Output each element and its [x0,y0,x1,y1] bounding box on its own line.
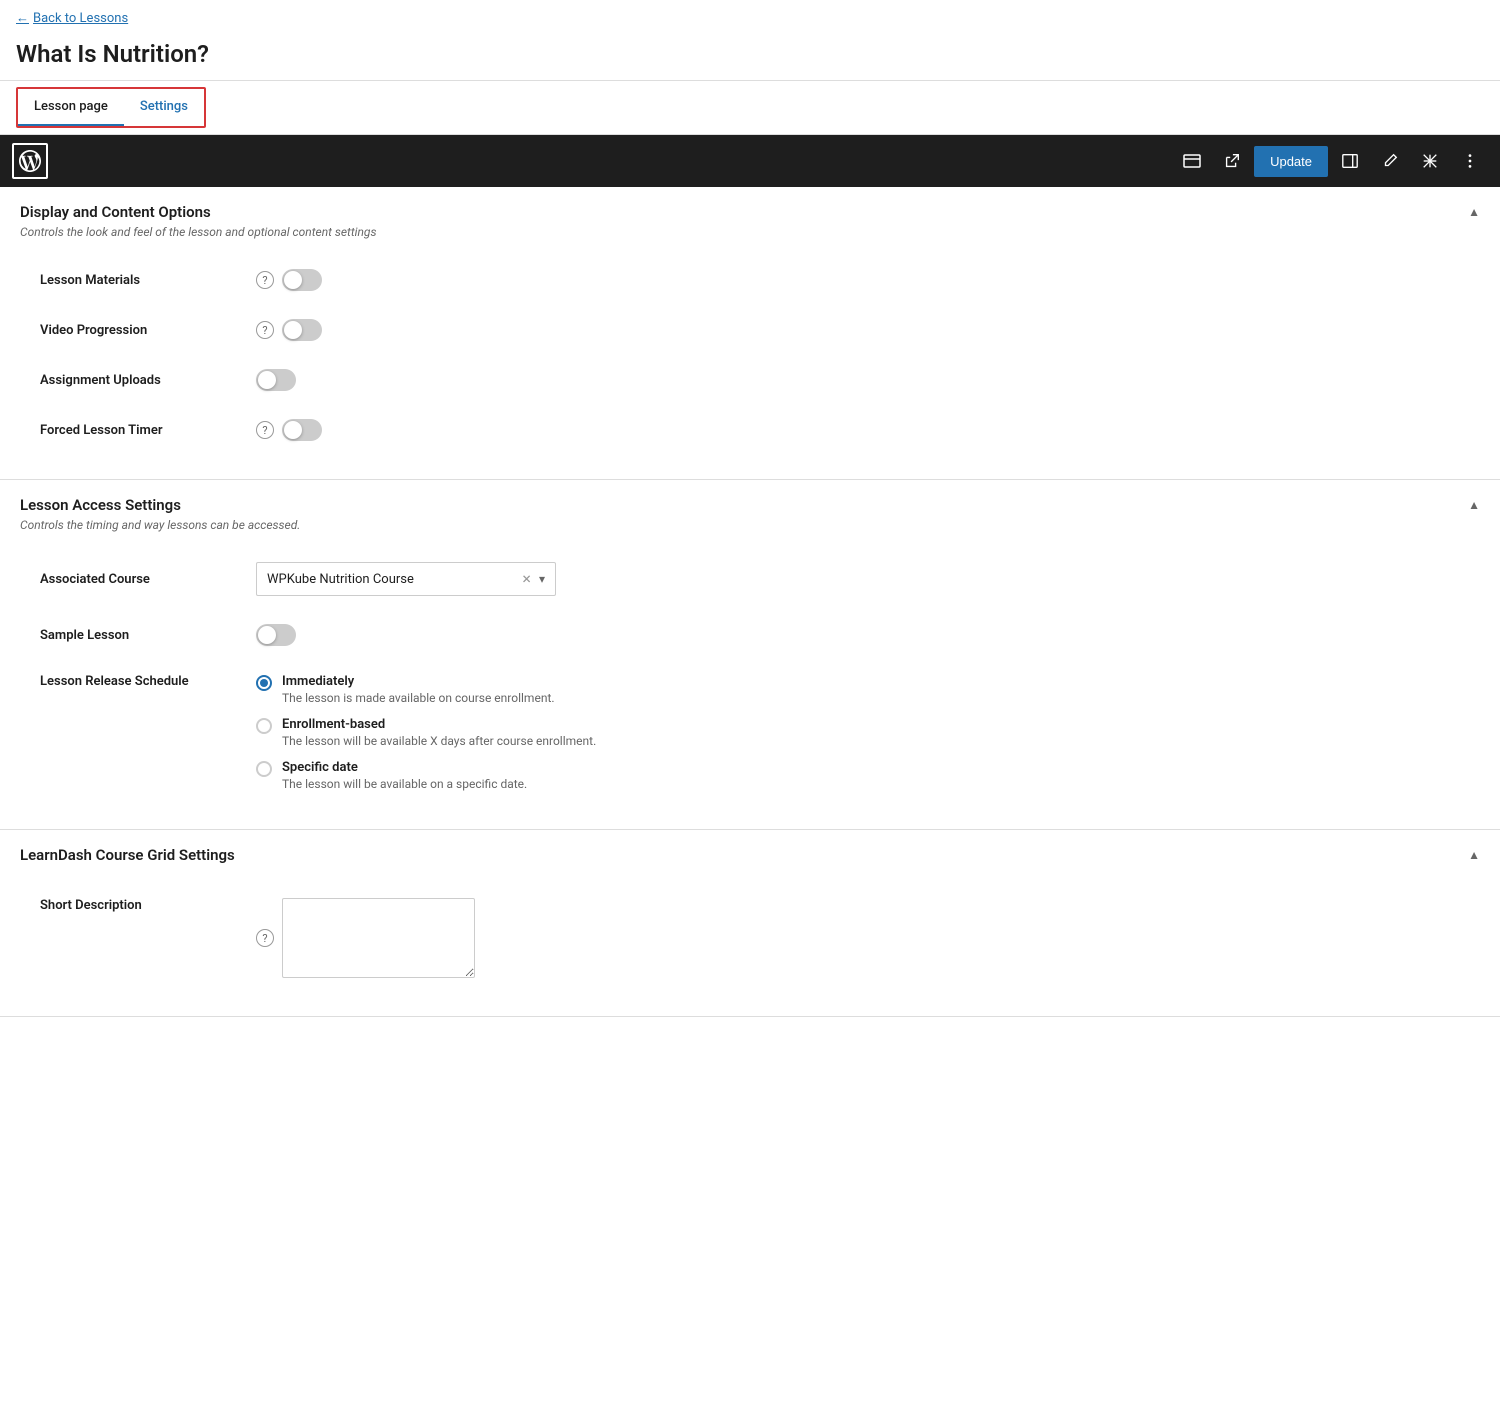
assignment-uploads-row: Assignment Uploads [20,355,1480,405]
tab-bar-container: Lesson page Settings [0,81,1500,135]
arrow-left-icon: ← [16,10,29,26]
radio-enrollment-desc: The lesson will be available X days afte… [282,734,596,748]
radio-enrollment-label: Enrollment-based [282,717,596,732]
access-section-arrow: ▲ [1468,498,1480,512]
more-icon [1461,152,1479,170]
lesson-materials-label: Lesson Materials [40,273,240,288]
editor-toolbar: Update [0,135,1500,187]
short-description-label: Short Description [40,898,240,913]
layout-button[interactable] [1332,143,1368,179]
display-section-title: Display and Content Options [20,203,376,221]
page-title: What Is Nutrition? [0,36,1500,81]
more-options-button[interactable] [1452,143,1488,179]
forced-lesson-timer-row: Forced Lesson Timer ? [20,405,1480,455]
radio-immediately-label: Immediately [282,674,555,689]
display-section: Display and Content Options Controls the… [0,187,1500,480]
edit-icon [1381,152,1399,170]
edit-button[interactable] [1372,143,1408,179]
external-link-icon [1223,152,1241,170]
forced-lesson-timer-help-icon[interactable]: ? [256,421,274,439]
radio-immediately[interactable]: Immediately The lesson is made available… [256,674,596,705]
short-description-help-icon[interactable]: ? [256,929,274,947]
release-schedule-row: Lesson Release Schedule Immediately The … [20,660,1480,805]
course-grid-settings-rows: Short Description ? [20,884,1480,992]
display-section-desc: Controls the look and feel of the lesson… [20,225,376,239]
access-section-desc: Controls the timing and way lessons can … [20,518,300,532]
associated-course-arrow: ▾ [539,572,545,586]
associated-course-clear[interactable]: × [522,571,531,587]
access-section-title: Lesson Access Settings [20,496,300,514]
radio-specific-date-input[interactable] [256,761,272,777]
video-progression-toggle[interactable] [282,319,322,341]
back-to-lessons-link[interactable]: ← Back to Lessons [0,0,1500,36]
external-link-button[interactable] [1214,143,1250,179]
wp-logo-button[interactable] [12,143,48,179]
sample-lesson-controls [256,624,296,646]
associated-course-label: Associated Course [40,572,240,587]
forced-lesson-timer-toggle[interactable] [282,419,322,441]
radio-specific-date[interactable]: Specific date The lesson will be availab… [256,760,596,791]
video-progression-row: Video Progression ? [20,305,1480,355]
course-grid-section-title: LearnDash Course Grid Settings [20,846,235,864]
radio-enrollment-input[interactable] [256,718,272,734]
lesson-materials-help-icon[interactable]: ? [256,271,274,289]
display-section-header[interactable]: Display and Content Options Controls the… [20,203,1480,239]
short-description-row: Short Description ? [20,884,1480,992]
view-icon [1182,151,1202,171]
short-description-controls: ? [256,898,475,978]
lesson-materials-row: Lesson Materials ? [20,255,1480,305]
forced-lesson-timer-controls: ? [256,419,322,441]
forced-lesson-timer-label: Forced Lesson Timer [40,423,240,438]
tools-icon [1421,152,1439,170]
tab-settings[interactable]: Settings [124,89,204,126]
video-progression-label: Video Progression [40,323,240,338]
course-grid-section: LearnDash Course Grid Settings ▲ Short D… [0,830,1500,1017]
release-schedule-label: Lesson Release Schedule [40,674,240,689]
access-section-header[interactable]: Lesson Access Settings Controls the timi… [20,496,1480,532]
wordpress-icon [19,150,41,172]
sidebar-icon [1341,152,1359,170]
course-grid-section-arrow: ▲ [1468,848,1480,862]
radio-specific-date-desc: The lesson will be available on a specif… [282,777,527,791]
associated-course-select[interactable]: WPKube Nutrition Course × ▾ [256,562,556,596]
tab-bar: Lesson page Settings [16,87,206,128]
video-progression-controls: ? [256,319,322,341]
release-schedule-options: Immediately The lesson is made available… [256,674,596,791]
radio-immediately-input[interactable] [256,675,272,691]
toolbar-right: Update [1174,143,1488,179]
view-button[interactable] [1174,143,1210,179]
back-link-label: Back to Lessons [33,11,128,26]
access-settings-rows: Associated Course WPKube Nutrition Cours… [20,548,1480,805]
update-button[interactable]: Update [1254,146,1328,177]
settings-content: Display and Content Options Controls the… [0,187,1500,1017]
radio-enrollment[interactable]: Enrollment-based The lesson will be avai… [256,717,596,748]
tab-lesson-page[interactable]: Lesson page [18,89,124,126]
tools-button[interactable] [1412,143,1448,179]
sample-lesson-label: Sample Lesson [40,628,240,643]
course-grid-section-header[interactable]: LearnDash Course Grid Settings ▲ [20,846,1480,868]
radio-specific-date-label: Specific date [282,760,527,775]
associated-course-value: WPKube Nutrition Course [267,572,514,587]
assignment-uploads-controls [256,369,296,391]
assignment-uploads-toggle[interactable] [256,369,296,391]
lesson-materials-toggle[interactable] [282,269,322,291]
radio-immediately-desc: The lesson is made available on course e… [282,691,555,705]
display-section-arrow: ▲ [1468,205,1480,219]
lesson-materials-controls: ? [256,269,322,291]
video-progression-help-icon[interactable]: ? [256,321,274,339]
sample-lesson-toggle[interactable] [256,624,296,646]
short-description-textarea[interactable] [282,898,475,978]
assignment-uploads-label: Assignment Uploads [40,373,240,388]
sample-lesson-row: Sample Lesson [20,610,1480,660]
associated-course-row: Associated Course WPKube Nutrition Cours… [20,548,1480,610]
display-settings-rows: Lesson Materials ? Video Progression ? A… [20,255,1480,455]
access-section: Lesson Access Settings Controls the timi… [0,480,1500,830]
